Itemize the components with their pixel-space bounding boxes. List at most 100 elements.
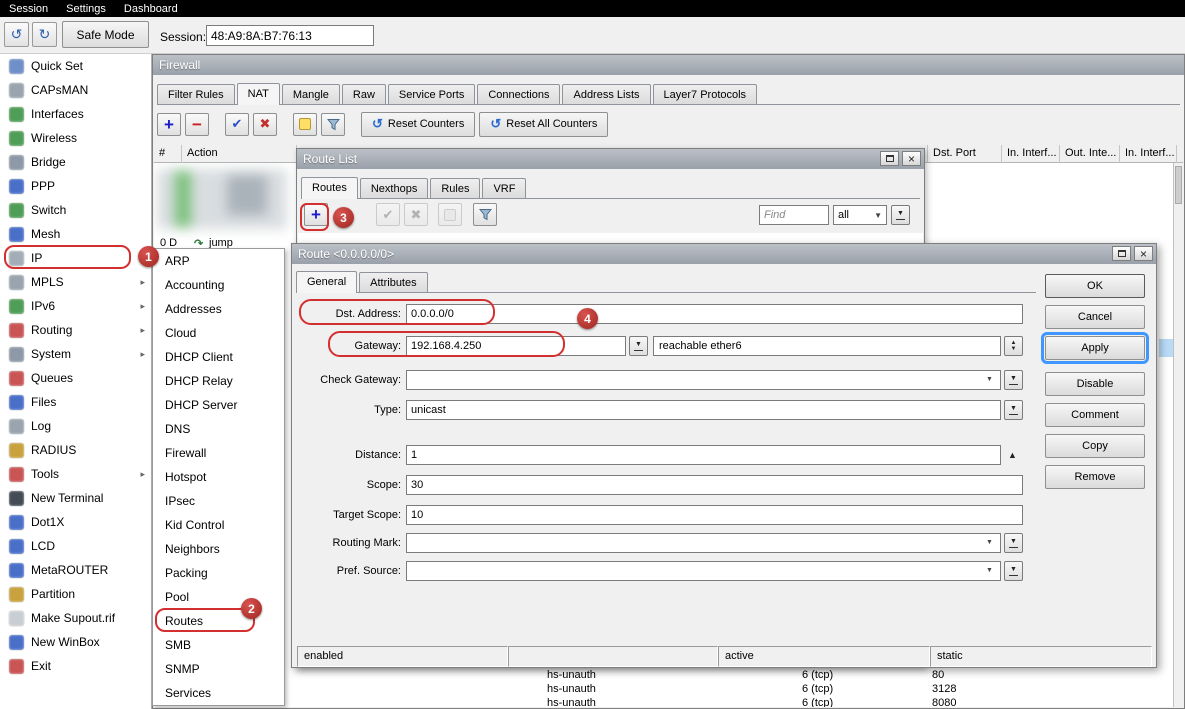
sidebar-item-queues[interactable]: Queues — [0, 366, 151, 390]
find-input[interactable] — [759, 205, 829, 225]
ok-button[interactable]: OK — [1045, 274, 1145, 298]
ip-menu-item-cloud[interactable]: Cloud — [153, 321, 284, 345]
scrollbar-thumb[interactable] — [1175, 166, 1182, 204]
sidebar-item-routing[interactable]: Routing▸ — [0, 318, 151, 342]
maximize-button[interactable] — [880, 151, 899, 166]
type-dropdown-button[interactable]: ▼ — [1004, 400, 1023, 420]
distance-input[interactable] — [406, 445, 1001, 465]
sidebar-item-make-supout-rif[interactable]: Make Supout.rif — [0, 606, 151, 630]
filter-dropdown[interactable]: all ▼ — [833, 205, 887, 225]
tab-filter-rules[interactable]: Filter Rules — [157, 84, 235, 104]
routing-mark-dropdown-button[interactable]: ▼ — [1004, 533, 1023, 553]
tab-address-lists[interactable]: Address Lists — [562, 84, 650, 104]
add-route-button[interactable]: + — [304, 203, 328, 226]
maximize-button[interactable] — [1112, 246, 1131, 261]
undo-button[interactable]: ↺ — [4, 22, 29, 47]
column-header-dst-port[interactable]: Dst. Port — [927, 145, 1002, 163]
sidebar-item-dot1x[interactable]: Dot1X — [0, 510, 151, 534]
ip-menu-item-dhcp-relay[interactable]: DHCP Relay — [153, 369, 284, 393]
column-header-[interactable]: # — [154, 145, 182, 163]
ip-menu-item-pool[interactable]: Pool — [153, 585, 284, 609]
copy-button[interactable]: Copy — [1045, 434, 1145, 458]
ip-menu-item-accounting[interactable]: Accounting — [153, 273, 284, 297]
disable-rule-button[interactable]: ✖ — [253, 113, 277, 136]
ip-menu-item-hotspot[interactable]: Hotspot — [153, 465, 284, 489]
check-gateway-dropdown-button[interactable]: ▼ — [1004, 370, 1023, 390]
sidebar-item-bridge[interactable]: Bridge — [0, 150, 151, 174]
table-row[interactable]: hs-unauth6 (tcp)8080 — [154, 697, 1183, 707]
tab-vrf[interactable]: VRF — [482, 178, 526, 198]
column-header-in-interf[interactable]: In. Interf... — [1120, 145, 1177, 163]
filter-dropdown-button[interactable]: ▼ — [891, 205, 910, 225]
dst-address-input[interactable] — [406, 304, 1023, 324]
sidebar-item-metarouter[interactable]: MetaROUTER — [0, 558, 151, 582]
ip-menu-item-smb[interactable]: SMB — [153, 633, 284, 657]
sidebar-item-exit[interactable]: Exit — [0, 654, 151, 678]
tab-general[interactable]: General — [296, 271, 357, 293]
table-row[interactable]: hs-unauth6 (tcp)3128 — [154, 683, 1183, 697]
session-input[interactable] — [206, 25, 374, 46]
disable-route-button[interactable]: ✖ — [404, 203, 428, 226]
ip-menu-item-dhcp-server[interactable]: DHCP Server — [153, 393, 284, 417]
route-list-titlebar[interactable]: Route List × — [297, 149, 924, 169]
routing-mark-input[interactable] — [406, 533, 1001, 553]
ip-menu-item-packing[interactable]: Packing — [153, 561, 284, 585]
ip-menu-item-routes[interactable]: Routes — [153, 609, 284, 633]
ip-menu-item-dhcp-client[interactable]: DHCP Client — [153, 345, 284, 369]
pref-source-dropdown-button[interactable]: ▼ — [1004, 561, 1023, 581]
ip-menu-item-arp[interactable]: ARP — [153, 249, 284, 273]
menubar-item-settings[interactable]: Settings — [57, 3, 115, 15]
tab-routes[interactable]: Routes — [301, 177, 358, 199]
cancel-button[interactable]: Cancel — [1045, 305, 1145, 329]
remove-button[interactable]: Remove — [1045, 465, 1145, 489]
type-input[interactable] — [406, 400, 1001, 420]
safe-mode-button[interactable]: Safe Mode — [62, 21, 149, 48]
remove-rule-button[interactable]: − — [185, 113, 209, 136]
comment-button[interactable] — [293, 113, 317, 136]
sidebar-item-ipv6[interactable]: IPv6▸ — [0, 294, 151, 318]
ip-menu-item-addresses[interactable]: Addresses — [153, 297, 284, 321]
sidebar-item-ip[interactable]: IP▸ — [0, 246, 151, 270]
tab-rules[interactable]: Rules — [430, 178, 480, 198]
column-header-in-interf[interactable]: In. Interf... — [1002, 145, 1060, 163]
target-scope-input[interactable] — [406, 505, 1023, 525]
sidebar-item-lcd[interactable]: LCD — [0, 534, 151, 558]
ip-menu-item-neighbors[interactable]: Neighbors — [153, 537, 284, 561]
pref-source-input[interactable] — [406, 561, 1001, 581]
firewall-titlebar[interactable]: Firewall — [153, 55, 1184, 75]
column-header-out-inte[interactable]: Out. Inte... — [1060, 145, 1120, 163]
ip-menu-item-firewall[interactable]: Firewall — [153, 441, 284, 465]
redo-button[interactable]: ↻ — [32, 22, 57, 47]
sidebar-item-new-terminal[interactable]: New Terminal — [0, 486, 151, 510]
check-gateway-input[interactable] — [406, 370, 1001, 390]
sidebar-item-ppp[interactable]: PPP — [0, 174, 151, 198]
apply-button[interactable]: Apply — [1045, 336, 1145, 360]
tab-nat[interactable]: NAT — [237, 83, 280, 105]
close-button[interactable]: × — [1134, 246, 1153, 261]
sidebar-item-files[interactable]: Files — [0, 390, 151, 414]
tab-connections[interactable]: Connections — [477, 84, 560, 104]
tab-mangle[interactable]: Mangle — [282, 84, 340, 104]
sidebar-item-mpls[interactable]: MPLS▸ — [0, 270, 151, 294]
ip-menu-item-snmp[interactable]: SNMP — [153, 657, 284, 681]
menubar-item-session[interactable]: Session — [0, 3, 57, 15]
sidebar-item-log[interactable]: Log — [0, 414, 151, 438]
reset-all-counters-button[interactable]: ↺Reset All Counters — [479, 112, 608, 137]
close-button[interactable]: × — [902, 151, 921, 166]
tab-raw[interactable]: Raw — [342, 84, 386, 104]
disable-button[interactable]: Disable — [1045, 372, 1145, 396]
sidebar-item-switch[interactable]: Switch — [0, 198, 151, 222]
ip-menu-item-ipsec[interactable]: IPsec — [153, 489, 284, 513]
sidebar-item-interfaces[interactable]: Interfaces — [0, 102, 151, 126]
enable-rule-button[interactable]: ✔ — [225, 113, 249, 136]
sidebar-item-radius[interactable]: RADIUS — [0, 438, 151, 462]
tab-service-ports[interactable]: Service Ports — [388, 84, 475, 104]
gateway-input[interactable] — [406, 336, 626, 356]
reset-counters-button[interactable]: ↺Reset Counters — [361, 112, 475, 137]
menubar-item-dashboard[interactable]: Dashboard — [115, 3, 187, 15]
gateway-dropdown-button[interactable]: ▼ — [629, 336, 648, 356]
route-dialog-titlebar[interactable]: Route <0.0.0.0/0> × — [292, 244, 1156, 264]
column-header-action[interactable]: Action — [182, 145, 297, 163]
add-rule-button[interactable]: + — [157, 113, 181, 136]
sidebar-item-quick-set[interactable]: Quick Set — [0, 54, 151, 78]
